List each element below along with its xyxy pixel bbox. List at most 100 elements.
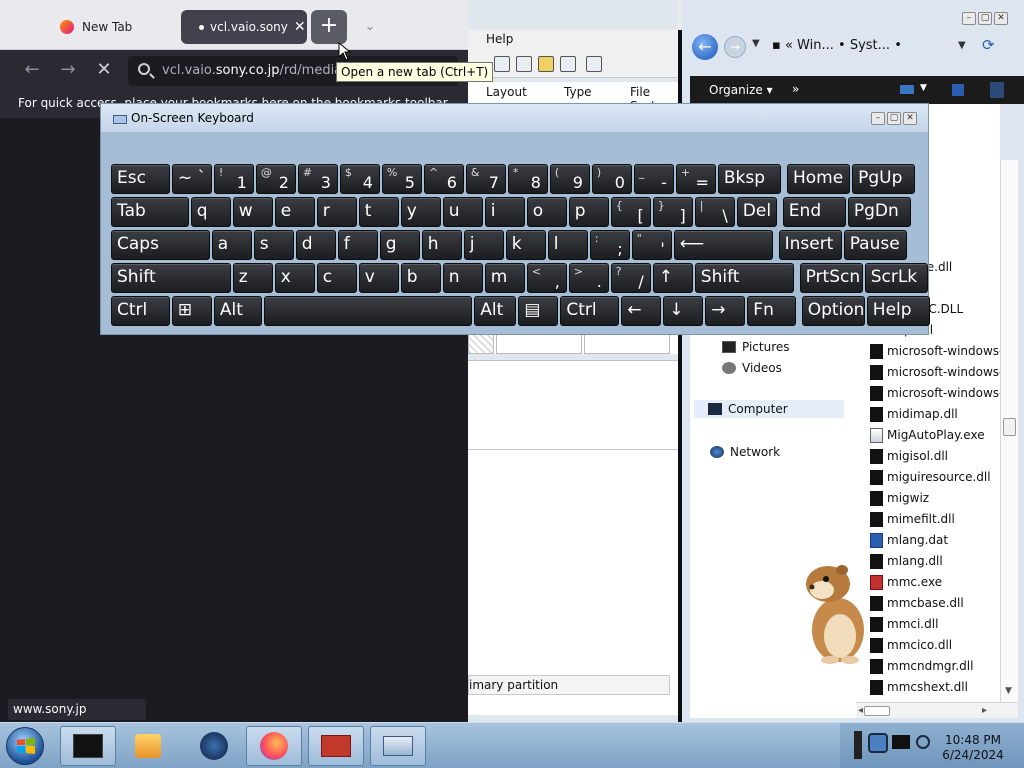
key-11[interactable]: {[ [610,197,651,227]
taskbar-app-firefox[interactable] [246,726,302,766]
key-10[interactable]: Fn [747,296,796,326]
key-3[interactable]: d [295,230,336,260]
refresh-icon[interactable] [494,56,510,72]
key-0[interactable]: Tab [111,197,189,227]
clock[interactable]: 10:48 PM 6/24/2024 [938,733,1008,763]
file-item[interactable]: MigAutoPlay.exe [870,425,985,445]
key-12[interactable]: }] [652,197,693,227]
key-16[interactable]: PgUp [852,164,916,194]
action-center-icon[interactable] [854,731,862,759]
key-1[interactable]: a [211,230,252,260]
key-7[interactable]: ← [621,296,662,326]
key-7[interactable]: m [484,263,525,293]
key-5[interactable]: t [358,197,399,227]
scroll-thumb[interactable] [1003,418,1016,436]
key-1[interactable]: ⊞ [171,296,212,326]
back-arrow-icon[interactable]: ← [692,34,718,60]
key-1[interactable]: ~ ` [171,164,212,194]
key-4[interactable]: Alt [474,296,517,326]
scroll-thumb[interactable] [864,706,890,716]
forward-arrow-icon[interactable]: → [56,58,80,82]
key-5[interactable]: ▤ [518,296,559,326]
key-6[interactable]: y [400,197,441,227]
key-3[interactable]: e [274,197,315,227]
network-icon[interactable] [868,733,888,753]
minimize-icon[interactable]: – [871,112,885,125]
help-icon[interactable] [990,82,1004,98]
key-8[interactable]: & 7 [465,164,506,194]
key-7[interactable]: j [463,230,504,260]
key-9[interactable]: >. [568,263,609,293]
column-type[interactable]: Type [564,85,592,99]
horizontal-scrollbar[interactable]: ◂ ▸ [856,702,1018,718]
key-12[interactable]: Help [866,296,930,326]
key-15[interactable]: Home [787,164,851,194]
tab-vaio[interactable]: vcl.vaio.sony ✕ [181,10,307,44]
organize-menu[interactable]: Organize ▾ [709,83,773,97]
key-7[interactable]: u [442,197,483,227]
key-13[interactable]: PrtScn [799,263,863,293]
key-2[interactable]: x [274,263,315,293]
file-item[interactable]: migwiz [870,488,929,508]
breadcrumb[interactable]: ▪ « Win... • Syst... • [772,38,902,53]
key-8[interactable]: ↓ [663,296,704,326]
chevron-down-icon[interactable]: ▼ [958,40,966,51]
file-item[interactable]: mmcbase.dll [870,593,964,613]
title-bar[interactable]: On-Screen Keyboard – ▢ ✕ [101,104,928,132]
chevron-down-icon[interactable]: ▼ [920,83,927,93]
key-2[interactable]: s [253,230,294,260]
volume-icon[interactable] [916,735,930,749]
key-0[interactable]: Caps [111,230,210,260]
chevron-down-icon[interactable]: ▼ [752,38,760,49]
vertical-scrollbar[interactable]: ▼ [1000,160,1018,704]
scroll-right-icon[interactable]: ▸ [982,705,987,716]
file-item[interactable]: mmcico.dll [870,635,952,655]
key-2[interactable]: w [232,197,273,227]
start-button[interactable] [6,727,44,765]
nav-network[interactable]: Network [710,445,780,459]
file-item[interactable]: mlang.dat [870,530,948,550]
key-8[interactable]: i [484,197,525,227]
key-14[interactable]: Del [736,197,777,227]
key-16[interactable]: PgDn [847,197,911,227]
key-14[interactable]: Pause [843,230,907,260]
key-1[interactable]: q [190,197,231,227]
file-item[interactable]: microsoft-windows- [870,362,1000,382]
close-icon[interactable]: ✕ [994,12,1008,25]
stop-icon[interactable]: ✕ [92,58,116,82]
key-10[interactable]: :; [589,230,630,260]
key-4[interactable]: r [316,197,357,227]
search-icon[interactable] [560,56,576,72]
key-0[interactable]: Ctrl [111,296,170,326]
breadcrumb-item[interactable]: Win... [797,38,834,53]
key-15[interactable]: End [782,197,846,227]
key-space[interactable] [264,296,473,326]
file-item[interactable]: mmci.dll [870,614,938,634]
key-1[interactable]: z [232,263,273,293]
key-6[interactable]: h [421,230,462,260]
scroll-down-icon[interactable]: ▼ [1005,686,1012,696]
taskbar-app-keyboard[interactable] [370,726,426,766]
file-item[interactable]: midimap.dll [870,404,958,424]
key-10[interactable]: (9 [549,164,590,194]
settings-icon[interactable] [586,56,602,72]
file-item[interactable]: microsoft-windows- [870,341,1000,361]
taskbar-app-media[interactable] [120,726,176,766]
display-icon[interactable] [892,735,910,749]
key-2[interactable]: Alt [213,296,263,326]
key-0[interactable]: Shift [111,263,231,293]
tab-new-tab[interactable]: New Tab [50,10,178,44]
key-4[interactable]: #3 [297,164,338,194]
key-6[interactable]: Ctrl [560,296,620,326]
scroll-left-icon[interactable]: ◂ [858,705,863,716]
taskbar-app-globe[interactable] [186,726,242,766]
key-6[interactable]: n [442,263,483,293]
new-tab-button[interactable]: + [311,10,347,44]
key-2[interactable]: ! 1 [213,164,254,194]
partition-label[interactable]: imary partition [468,675,670,695]
key-11[interactable]: Options [801,296,865,326]
refresh-icon[interactable]: ⟳ [982,36,995,54]
preview-pane-icon[interactable] [952,84,964,96]
file-item[interactable]: mmcndmgr.dll [870,656,973,676]
nav-videos[interactable]: Videos [722,361,782,375]
